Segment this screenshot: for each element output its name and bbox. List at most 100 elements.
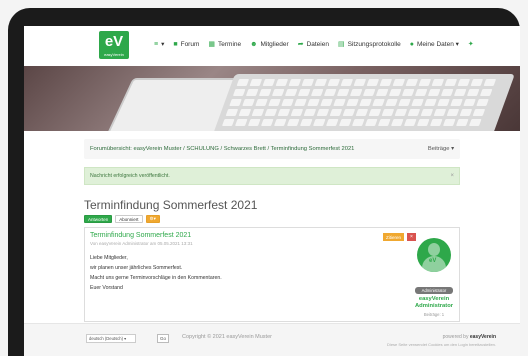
keyboard-key bbox=[375, 89, 389, 96]
keyboard-key bbox=[385, 99, 398, 106]
language-select[interactable]: deutsch (Deutsch) ▾ bbox=[86, 334, 136, 343]
nav-mitglieder[interactable]: ☻ Mitglieder bbox=[250, 40, 289, 48]
keyboard-key bbox=[420, 109, 434, 116]
role-badge: Administrator bbox=[415, 287, 453, 294]
nav-menu[interactable]: ≡ ▾ bbox=[154, 40, 165, 49]
author-post-count: Beiträge: 1 bbox=[423, 312, 445, 317]
main-nav: ≡ ▾ ■ Forum ▦ Termine ☻ Mitglieder ➦ Dateien … bbox=[154, 40, 474, 49]
tools-button[interactable]: ⚙ ▾ bbox=[145, 215, 160, 223]
keyboard-key bbox=[281, 99, 294, 106]
answer-button[interactable]: Antworten bbox=[84, 215, 113, 223]
go-button[interactable]: Go bbox=[157, 334, 169, 343]
subscribed-button[interactable]: Abonniert bbox=[115, 215, 143, 223]
keyboard-key bbox=[247, 119, 261, 126]
keyboard-key bbox=[405, 79, 419, 86]
keyboard-key bbox=[483, 79, 497, 86]
keyboard-key bbox=[349, 89, 363, 96]
file-icon: ▤ bbox=[337, 41, 345, 48]
keyboard-key bbox=[388, 89, 402, 96]
nav-forum-label: Forum bbox=[180, 40, 200, 48]
post-line: Euer Vorstand bbox=[90, 285, 123, 291]
post-line: wir planen unser jährliches Sommerfest. bbox=[90, 265, 183, 271]
cookie-notice: Diese Seite verwendet Cookies um den Log… bbox=[387, 342, 496, 347]
keyboard-key bbox=[366, 79, 380, 86]
delete-button[interactable]: × bbox=[407, 233, 416, 241]
keyboard-key bbox=[444, 79, 458, 86]
nav-termine-label: Termine bbox=[218, 40, 242, 48]
avatar-logo: eV bbox=[429, 258, 437, 264]
keyboard-key bbox=[429, 119, 443, 126]
keyboard-key bbox=[325, 119, 339, 126]
nav-person[interactable]: ✦ bbox=[468, 40, 474, 48]
powered-brand[interactable]: easyVerein bbox=[470, 334, 496, 340]
quote-button[interactable]: Zitieren bbox=[382, 233, 404, 241]
nav-termine[interactable]: ▦ Termine bbox=[208, 40, 242, 49]
powered-by: powered by easyVerein bbox=[443, 334, 496, 340]
post-title[interactable]: Terminfindung Sommerfest 2021 bbox=[90, 232, 191, 239]
keyboard-key bbox=[323, 89, 337, 96]
keyboard-key bbox=[392, 79, 406, 86]
keyboard-key bbox=[236, 79, 250, 86]
keyboard-key bbox=[368, 109, 382, 116]
easyverein-logo[interactable]: eV easyVerein bbox=[99, 31, 129, 59]
keyboard-key bbox=[225, 109, 239, 116]
forum-post: Terminfindung Sommerfest 2021 Von easyVe… bbox=[84, 227, 460, 322]
keyboard-key bbox=[340, 79, 354, 86]
author-name[interactable]: easyVerein Administrator bbox=[412, 296, 456, 310]
share-icon: ➦ bbox=[297, 41, 304, 48]
keyboard-key bbox=[377, 119, 391, 126]
keyboard-key bbox=[333, 99, 346, 106]
keyboard-key bbox=[476, 99, 489, 106]
keyboard-key bbox=[446, 109, 460, 116]
keyboard-key bbox=[320, 99, 333, 106]
alert-close-button[interactable]: × bbox=[450, 173, 454, 179]
posts-dropdown[interactable]: Beiträge ▾ bbox=[428, 146, 454, 152]
nav-sitzungsprotokolle[interactable]: ▤ Sitzungsprotokolle bbox=[337, 40, 401, 49]
keyboard-key bbox=[342, 109, 356, 116]
keyboard-key bbox=[299, 119, 313, 126]
success-alert: Nachricht erfolgreich veröffentlicht. × bbox=[84, 167, 460, 185]
post-body: Liebe Mitglieder, wir planen unser jährl… bbox=[90, 253, 222, 293]
keyboard-key bbox=[336, 89, 350, 96]
keyboard-key bbox=[381, 109, 395, 116]
forum-icon: ■ bbox=[173, 40, 178, 48]
keyboard-key bbox=[229, 99, 242, 106]
nav-meine-daten[interactable]: ● Meine Daten ▾ bbox=[409, 40, 459, 49]
keyboard-key bbox=[453, 89, 467, 96]
keyboard-key bbox=[275, 79, 289, 86]
nav-forum[interactable]: ■ Forum bbox=[173, 40, 199, 48]
breadcrumb-text[interactable]: Forumübersicht: easyVerein Muster / SCHU… bbox=[90, 146, 354, 152]
keyboard-key bbox=[346, 99, 359, 106]
keyboard-key bbox=[440, 89, 454, 96]
keyboard-key bbox=[479, 89, 493, 96]
keyboard-key bbox=[437, 99, 450, 106]
topic-title: Terminfindung Sommerfest 2021 bbox=[84, 198, 258, 212]
calendar-icon: ▦ bbox=[208, 41, 215, 48]
nav-sitzungsprotokolle-label: Sitzungsprotokolle bbox=[347, 40, 401, 48]
keyboard-key bbox=[251, 109, 265, 116]
keyboard-key bbox=[242, 99, 255, 106]
nav-dateien[interactable]: ➦ Dateien bbox=[297, 40, 329, 49]
keyboard-key bbox=[294, 99, 307, 106]
answer-label: Antworten bbox=[88, 216, 109, 222]
keyboard-key bbox=[271, 89, 285, 96]
user-icon: ● bbox=[409, 40, 414, 48]
copyright-text: Copyright © 2021 easyVerein Muster bbox=[182, 334, 272, 340]
keyboard-key bbox=[463, 99, 476, 106]
keyboard-key bbox=[255, 99, 268, 106]
keyboard-key bbox=[466, 89, 480, 96]
keyboard-key bbox=[290, 109, 304, 116]
person-run-icon: ✦ bbox=[467, 41, 474, 48]
keyboard-key bbox=[362, 89, 376, 96]
keyboard-key bbox=[260, 119, 274, 126]
keyboard-key bbox=[455, 119, 469, 126]
keyboard-key bbox=[355, 109, 369, 116]
keyboard-key bbox=[277, 109, 291, 116]
keyboard-key bbox=[394, 109, 408, 116]
nav-menu-caret: ▾ bbox=[161, 41, 165, 48]
post-meta: Von easyVerein Administrator am 05.05.20… bbox=[90, 241, 193, 246]
logo-subtext: easyVerein bbox=[104, 52, 124, 57]
subscribed-label: Abonniert bbox=[119, 216, 139, 222]
keyboard-key bbox=[398, 99, 411, 106]
keyboard-key bbox=[249, 79, 263, 86]
